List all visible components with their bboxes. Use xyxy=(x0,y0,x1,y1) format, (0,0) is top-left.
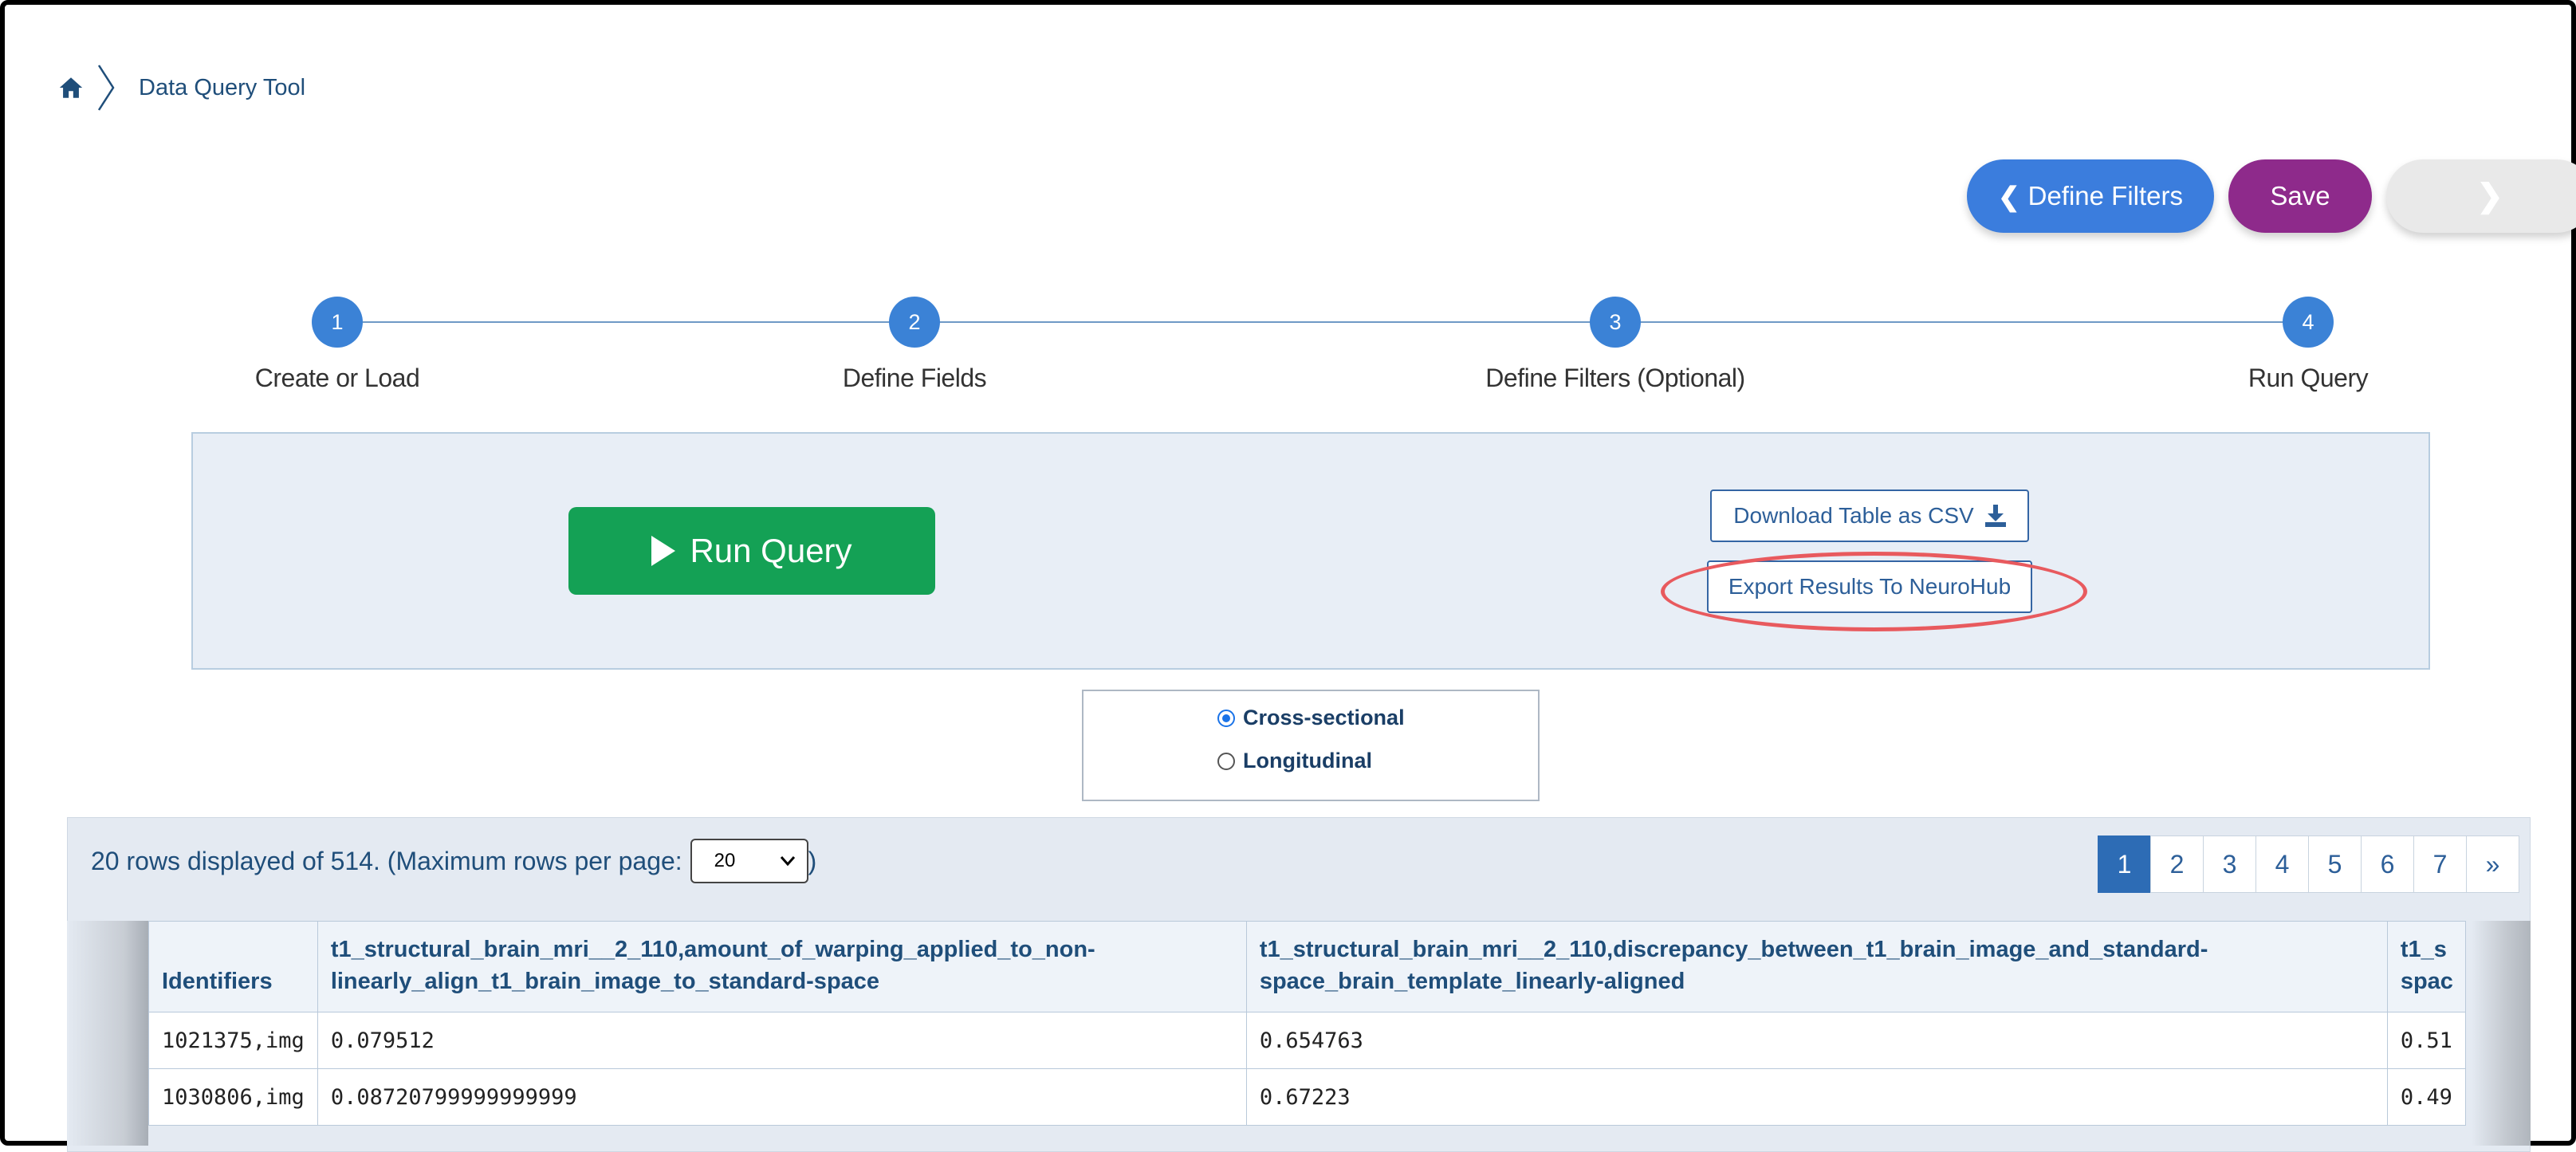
page-2-button[interactable]: 2 xyxy=(2150,835,2204,893)
table-header-row: Identifiers t1_structural_brain_mri__2_1… xyxy=(148,921,2466,1012)
step-4-circle[interactable]: 4 xyxy=(2283,297,2334,348)
table-cell: 0.49 xyxy=(2386,1068,2466,1126)
page-3-button[interactable]: 3 xyxy=(2203,835,2256,893)
results-table: Identifiers t1_structural_brain_mri__2_1… xyxy=(148,921,2466,1126)
longitudinal-radio[interactable] xyxy=(1217,752,1235,770)
cross-sectional-radio[interactable] xyxy=(1217,709,1235,727)
column-header[interactable]: Identifiers xyxy=(148,921,318,1012)
download-csv-button[interactable]: Download Table as CSV xyxy=(1710,490,2029,542)
define-filters-button[interactable]: ❮ Define Filters xyxy=(1967,159,2214,233)
run-query-label: Run Query xyxy=(690,532,852,569)
table-cell: 1021375,img xyxy=(148,1012,318,1069)
download-icon xyxy=(1984,505,2006,527)
column-header-line: t1_structural_brain_mri__2_110,amount_of… xyxy=(330,937,1095,962)
step-2-label: Define Fields xyxy=(842,364,987,392)
define-filters-label: Define Filters xyxy=(2027,181,2184,210)
table-scroll-shadow-left xyxy=(67,921,148,1146)
chevron-down-icon xyxy=(780,856,795,867)
page-4-button[interactable]: 4 xyxy=(2255,835,2309,893)
home-icon[interactable] xyxy=(57,74,85,101)
page-1-button[interactable]: 1 xyxy=(2098,835,2151,893)
table-cell: 1030806,img xyxy=(148,1068,318,1126)
stepper-line xyxy=(363,321,2308,323)
longitudinal-label: Longitudinal xyxy=(1243,749,1372,773)
step-3-circle[interactable]: 3 xyxy=(1590,297,1641,348)
column-header[interactable]: t1_structural_brain_mri__2_110,discrepan… xyxy=(1245,921,2388,1012)
column-header[interactable]: t1_s spac xyxy=(2386,921,2466,1012)
play-icon xyxy=(651,536,676,566)
page-7-button[interactable]: 7 xyxy=(2413,835,2467,893)
run-query-button[interactable]: Run Query xyxy=(568,507,935,595)
column-header[interactable]: t1_structural_brain_mri__2_110,amount_of… xyxy=(317,921,1247,1012)
breadcrumb: Data Query Tool xyxy=(57,65,305,111)
table-scroll-shadow-right xyxy=(2472,921,2531,1146)
step-1-circle[interactable]: 1 xyxy=(312,297,363,348)
view-mode-box: Cross-sectional Longitudinal xyxy=(1082,690,1540,801)
column-header-line: space_brain_template_linearly-aligned xyxy=(1259,969,1685,994)
highlight-annotation xyxy=(1661,552,2087,631)
step-4-label: Run Query xyxy=(2248,364,2369,392)
chevron-right-icon xyxy=(97,65,115,111)
table-row: 1030806,img 0.08720799999999999 0.67223 … xyxy=(148,1068,2466,1126)
chevron-left-icon: ❮ xyxy=(1997,181,2020,211)
pagination: 1 2 3 4 5 6 7 » xyxy=(2098,835,2519,893)
table-cell: 0.08720799999999999 xyxy=(317,1068,1247,1126)
table-cell: 0.654763 xyxy=(1245,1012,2388,1069)
page-5-button[interactable]: 5 xyxy=(2308,835,2362,893)
column-header-line: t1_s xyxy=(2400,937,2447,962)
cross-sectional-option[interactable]: Cross-sectional xyxy=(1217,706,1405,730)
rows-per-page-value: 20 xyxy=(714,850,736,871)
next-button[interactable]: ❯ xyxy=(2386,159,2576,233)
rows-per-page-select[interactable]: 20 xyxy=(690,839,808,883)
table-cell: 0.079512 xyxy=(317,1012,1247,1069)
table-cell: 0.51 xyxy=(2386,1012,2466,1069)
query-panel xyxy=(191,432,2430,670)
chevron-right-icon: ❯ xyxy=(2476,179,2503,214)
next-page-button[interactable]: » xyxy=(2466,835,2519,893)
step-1-label: Create or Load xyxy=(254,364,420,392)
step-2-circle[interactable]: 2 xyxy=(889,297,940,348)
page-6-button[interactable]: 6 xyxy=(2361,835,2414,893)
table-cell: 0.67223 xyxy=(1245,1068,2388,1126)
cross-sectional-label: Cross-sectional xyxy=(1243,706,1405,729)
rows-info: 20 rows displayed of 514. (Maximum rows … xyxy=(91,839,816,883)
column-header-line: linearly_align_t1_brain_image_to_standar… xyxy=(330,969,880,994)
table-row: 1021375,img 0.079512 0.654763 0.51 xyxy=(148,1012,2466,1069)
breadcrumb-current[interactable]: Data Query Tool xyxy=(139,75,305,101)
step-3-label: Define Filters (Optional) xyxy=(1485,364,1745,392)
longitudinal-option[interactable]: Longitudinal xyxy=(1217,749,1372,773)
column-header-line: Identifiers xyxy=(162,969,273,994)
rows-info-text: 20 rows displayed of 514. (Maximum rows … xyxy=(91,846,682,875)
save-button[interactable]: Save xyxy=(2228,159,2372,233)
rows-info-close: ) xyxy=(808,846,817,875)
column-header-line: t1_structural_brain_mri__2_110,discrepan… xyxy=(1259,937,2208,962)
column-header-line: spac xyxy=(2400,969,2453,994)
download-csv-label: Download Table as CSV xyxy=(1733,503,1974,528)
